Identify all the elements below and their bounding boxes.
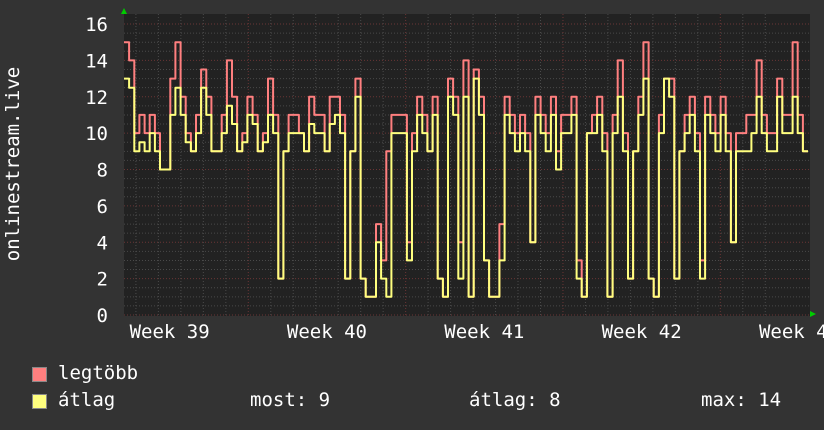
stat-now: most: 9 (250, 389, 331, 411)
x-axis-arrow-icon (810, 311, 816, 317)
legend-swatch-max (32, 367, 47, 382)
x-tick-label: Week 39 (130, 321, 210, 343)
y-tick-label: 16 (85, 14, 108, 36)
legend-swatch-avg (32, 394, 47, 409)
stat-avg: átlag: 8 (469, 389, 561, 411)
y-ticks: 0 2 4 6 8 10 12 14 16 (85, 14, 108, 327)
x-tick-label: Week 40 (287, 321, 367, 343)
y-tick-label: 0 (97, 305, 108, 327)
y-axis-label: onlinestream.live (2, 67, 24, 261)
y-axis-arrow-icon (121, 8, 127, 14)
y-tick-label: 8 (97, 160, 108, 182)
legend-label-avg: átlag (58, 389, 116, 411)
y-tick-label: 2 (97, 269, 108, 291)
legend-label-max: legtöbb (58, 362, 139, 384)
y-tick-label: 14 (85, 50, 108, 72)
plot-area (124, 14, 810, 316)
y-tick-label: 6 (97, 196, 108, 218)
y-tick-label: 4 (97, 232, 108, 254)
stat-max: max: 14 (701, 389, 782, 411)
x-tick-label: Week 41 (444, 321, 524, 343)
y-tick-label: 12 (85, 87, 108, 109)
x-tick-label: Week 43 (759, 321, 824, 343)
x-ticks: Week 39 Week 40 Week 41 Week 42 Week 43 (130, 321, 824, 343)
x-tick-label: Week 42 (602, 321, 682, 343)
y-tick-label: 10 (85, 123, 108, 145)
